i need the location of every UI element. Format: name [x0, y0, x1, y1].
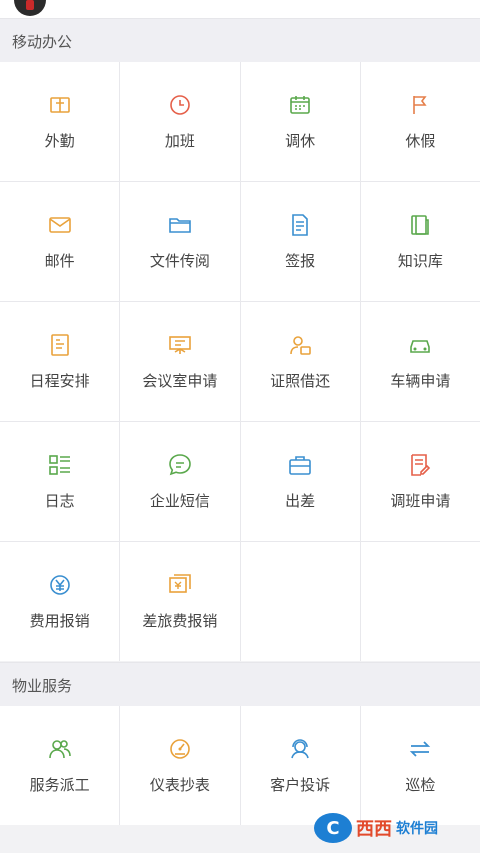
grid-item-label: 客户投诉	[270, 776, 331, 794]
grid-item-label: 费用报销	[29, 612, 90, 630]
grid-item-document[interactable]: 签报	[240, 182, 360, 301]
grid-item-log-list[interactable]: 日志	[0, 422, 120, 541]
schedule-icon	[47, 332, 73, 358]
folder-icon	[167, 212, 193, 238]
grid-item-calendar[interactable]: 调休	[240, 62, 360, 181]
grid-item-folder[interactable]: 文件传阅	[120, 182, 240, 301]
log-list-icon	[47, 452, 73, 478]
chat-icon	[167, 452, 193, 478]
flag-icon	[407, 92, 433, 118]
book-icon	[407, 212, 433, 238]
mobile-office-grid: 外勤 加班 调休 休假邮件 文件传阅 签报 知识库日程安排 会议室申请 证照借还 车辆申请日志 企业…	[0, 62, 480, 661]
grid-item-mail[interactable]: 邮件	[0, 182, 120, 301]
section-header-property-service: 物业服务	[0, 662, 480, 707]
empty-grid-cell	[360, 542, 480, 661]
section-title: 移动办公	[12, 33, 73, 51]
grid-item-car[interactable]: 车辆申请	[360, 302, 480, 421]
grid-item-travel-expense[interactable]: 差旅费报销	[120, 542, 240, 661]
presentation-icon	[167, 332, 193, 358]
property-service-grid: 服务派工 仪表抄表 客户投诉 巡检	[0, 706, 480, 825]
grid-item-briefcase[interactable]: 出差	[240, 422, 360, 541]
id-card-icon	[287, 332, 313, 358]
grid-item-clock[interactable]: 加班	[120, 62, 240, 181]
team-icon	[47, 736, 73, 762]
travel-expense-icon	[167, 572, 193, 598]
grid-item-label: 企业短信	[149, 492, 210, 510]
grid-item-meter[interactable]: 仪表抄表	[120, 706, 240, 825]
field-work-icon	[47, 92, 73, 118]
grid-item-label: 加班	[164, 132, 195, 150]
watermark-text: 西西	[356, 819, 392, 840]
grid-item-label: 差旅费报销	[142, 612, 218, 630]
grid-item-label: 日程安排	[29, 372, 90, 390]
grid-item-schedule[interactable]: 日程安排	[0, 302, 120, 421]
grid-item-label: 证照借还	[270, 372, 331, 390]
grid-item-customer-service[interactable]: 客户投诉	[240, 706, 360, 825]
grid-item-flag[interactable]: 休假	[360, 62, 480, 181]
top-bar	[0, 0, 480, 18]
mail-icon	[47, 212, 73, 238]
grid-item-book[interactable]: 知识库	[360, 182, 480, 301]
avatar[interactable]	[14, 0, 46, 16]
calendar-icon	[287, 92, 313, 118]
grid-item-field-work[interactable]: 外勤	[0, 62, 120, 181]
car-icon	[407, 332, 433, 358]
grid-item-label: 仪表抄表	[149, 776, 210, 794]
watermark: C 西西 软件园	[314, 811, 464, 845]
grid-item-label: 巡检	[405, 776, 436, 794]
section-title: 物业服务	[12, 677, 73, 695]
exchange-icon	[407, 736, 433, 762]
grid-item-shift-edit[interactable]: 调班申请	[360, 422, 480, 541]
grid-item-label: 调班申请	[390, 492, 451, 510]
empty-grid-cell	[240, 542, 360, 661]
grid-item-label: 服务派工	[29, 776, 90, 794]
grid-item-label: 文件传阅	[149, 252, 210, 270]
grid-item-label: 车辆申请	[390, 372, 451, 390]
document-icon	[287, 212, 313, 238]
customer-service-icon	[287, 736, 313, 762]
section-header-mobile-office: 移动办公	[0, 18, 480, 63]
grid-item-label: 邮件	[44, 252, 75, 270]
grid-item-label: 知识库	[397, 252, 443, 270]
grid-item-exchange[interactable]: 巡检	[360, 706, 480, 825]
watermark-subtext: 软件园	[396, 821, 438, 837]
grid-item-label: 签报	[285, 252, 316, 270]
grid-item-label: 会议室申请	[142, 372, 218, 390]
grid-item-team[interactable]: 服务派工	[0, 706, 120, 825]
yuan-circle-icon	[47, 572, 73, 598]
briefcase-icon	[287, 452, 313, 478]
grid-item-label: 出差	[285, 492, 316, 510]
watermark-logo: C	[314, 813, 352, 843]
meter-icon	[167, 736, 193, 762]
grid-item-label: 外勤	[44, 132, 75, 150]
grid-item-chat[interactable]: 企业短信	[120, 422, 240, 541]
clock-icon	[167, 92, 193, 118]
grid-item-id-card[interactable]: 证照借还	[240, 302, 360, 421]
grid-item-label: 调休	[285, 132, 316, 150]
grid-item-label: 休假	[405, 132, 436, 150]
shift-edit-icon	[407, 452, 433, 478]
grid-item-yuan-circle[interactable]: 费用报销	[0, 542, 120, 661]
grid-item-presentation[interactable]: 会议室申请	[120, 302, 240, 421]
grid-item-label: 日志	[44, 492, 75, 510]
